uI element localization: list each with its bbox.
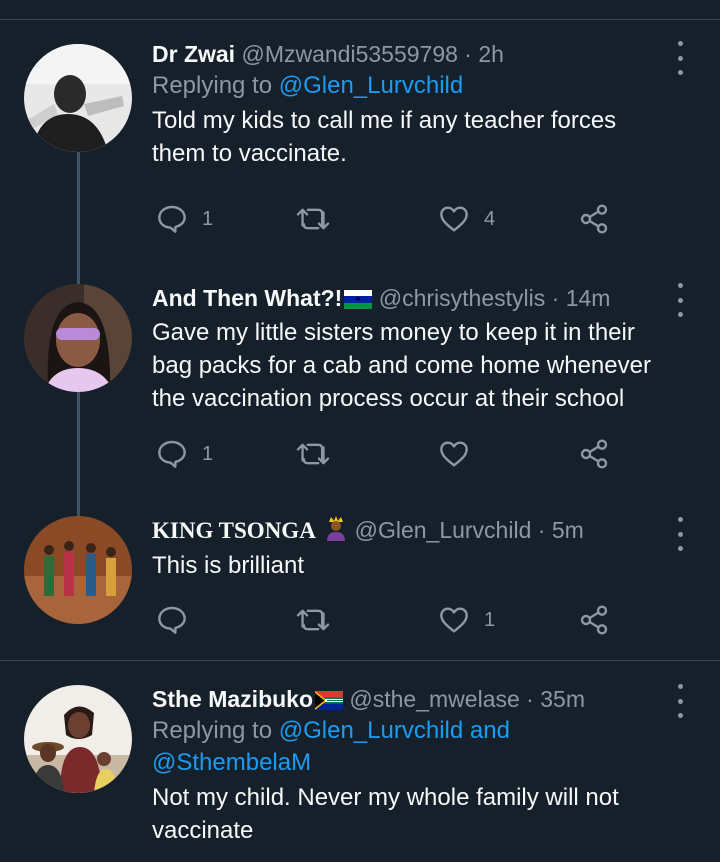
action-bar: 1	[152, 598, 622, 642]
tweet-header: And Then What?! @chrisythestylis · 14m	[152, 282, 664, 314]
reply-button[interactable]: 1	[156, 197, 213, 241]
share-icon	[580, 605, 608, 635]
tweet-text: This is brilliant	[152, 552, 305, 579]
share-icon	[580, 439, 608, 469]
action-bar: 1 4	[152, 197, 622, 241]
timestamp[interactable]: 14m	[566, 285, 611, 311]
retweet-button[interactable]	[296, 598, 344, 642]
reply-icon	[158, 440, 186, 468]
share-icon	[580, 204, 608, 234]
user-handle[interactable]: @Glen_Lurvchild	[355, 517, 532, 543]
tweet[interactable]: And Then What?! @chrisythestylis · 14m G…	[0, 260, 720, 500]
flag-south-africa-icon	[315, 691, 344, 710]
user-handle[interactable]: @chrisythestylis	[379, 285, 546, 311]
reply-icon	[158, 606, 186, 634]
like-button[interactable]: 1	[438, 598, 495, 642]
avatar[interactable]	[24, 685, 132, 793]
share-button[interactable]	[578, 598, 610, 642]
replying-to-label: Replying to	[152, 72, 279, 99]
display-name[interactable]: Dr Zwai	[152, 41, 235, 67]
replying-to: Replying to @Glen_Lurvchild	[152, 70, 664, 102]
tweet-text: Gave my little sisters money to keep it …	[152, 319, 651, 412]
like-icon	[440, 441, 468, 467]
retweet-icon	[296, 609, 330, 631]
like-count: 4	[484, 207, 496, 230]
like-icon	[440, 206, 468, 232]
share-button[interactable]	[578, 432, 610, 476]
replying-to-label: Replying to	[152, 717, 279, 744]
like-count: 1	[484, 608, 496, 631]
timestamp[interactable]: 5m	[552, 517, 584, 543]
tweet[interactable]: Sthe Mazibuko @sthe_mwelase · 35m Replyi…	[0, 661, 720, 862]
separator-dot: ·	[551, 285, 560, 311]
prince-emoji-icon	[327, 516, 346, 541]
retweet-button[interactable]	[296, 197, 344, 241]
retweet-icon	[296, 208, 330, 230]
tweet-header: Dr Zwai @Mzwandi53559798 · 2h	[152, 38, 664, 70]
reply-count: 1	[202, 207, 214, 230]
separator-dot: ·	[464, 41, 472, 67]
tweet-text: Not my child. Never my whole family will…	[152, 784, 619, 844]
avatar[interactable]	[24, 516, 132, 624]
display-name[interactable]: Sthe Mazibuko	[152, 686, 313, 712]
display-name[interactable]: KING TSONGA	[152, 518, 316, 543]
tweet-text: Told my kids to call me if any teacher f…	[152, 107, 617, 167]
more-icon[interactable]	[670, 517, 690, 551]
avatar[interactable]	[24, 284, 132, 392]
like-button[interactable]	[438, 432, 484, 476]
action-bar: 1	[152, 432, 622, 476]
retweet-button[interactable]	[296, 432, 344, 476]
like-button[interactable]: 4	[438, 197, 495, 241]
tweet[interactable]: Dr Zwai @Mzwandi53559798 · 2h Replying t…	[0, 0, 720, 260]
tweet-header: KING TSONGA @Glen_Lurvchild · 5m	[152, 514, 664, 547]
separator-dot: ·	[526, 686, 534, 712]
more-icon[interactable]	[670, 283, 690, 317]
tweet-header: Sthe Mazibuko @sthe_mwelase · 35m	[152, 683, 664, 715]
reply-count: 1	[202, 442, 214, 465]
reply-button[interactable]	[156, 598, 202, 642]
reply-icon	[158, 205, 186, 233]
user-handle[interactable]: @Mzwandi53559798	[241, 41, 457, 67]
like-icon	[440, 607, 468, 633]
replying-to: Replying to @Glen_Lurvchild and @Sthembe…	[152, 715, 664, 779]
share-button[interactable]	[578, 197, 610, 241]
avatar[interactable]	[24, 44, 132, 152]
user-handle[interactable]: @sthe_mwelase	[349, 686, 519, 712]
reply-button[interactable]: 1	[156, 432, 213, 476]
retweet-icon	[296, 443, 330, 465]
timestamp[interactable]: 2h	[478, 41, 504, 67]
more-icon[interactable]	[670, 41, 690, 75]
mention-link[interactable]: @Glen_Lurvchild	[279, 72, 463, 99]
flag-lesotho-icon	[344, 290, 373, 309]
display-name[interactable]: And Then What?!	[152, 285, 342, 311]
timestamp[interactable]: 35m	[540, 686, 585, 712]
more-icon[interactable]	[670, 684, 690, 718]
tweet[interactable]: KING TSONGA @Glen_Lurvchild · 5m This is…	[0, 500, 720, 660]
separator-dot: ·	[537, 517, 546, 543]
